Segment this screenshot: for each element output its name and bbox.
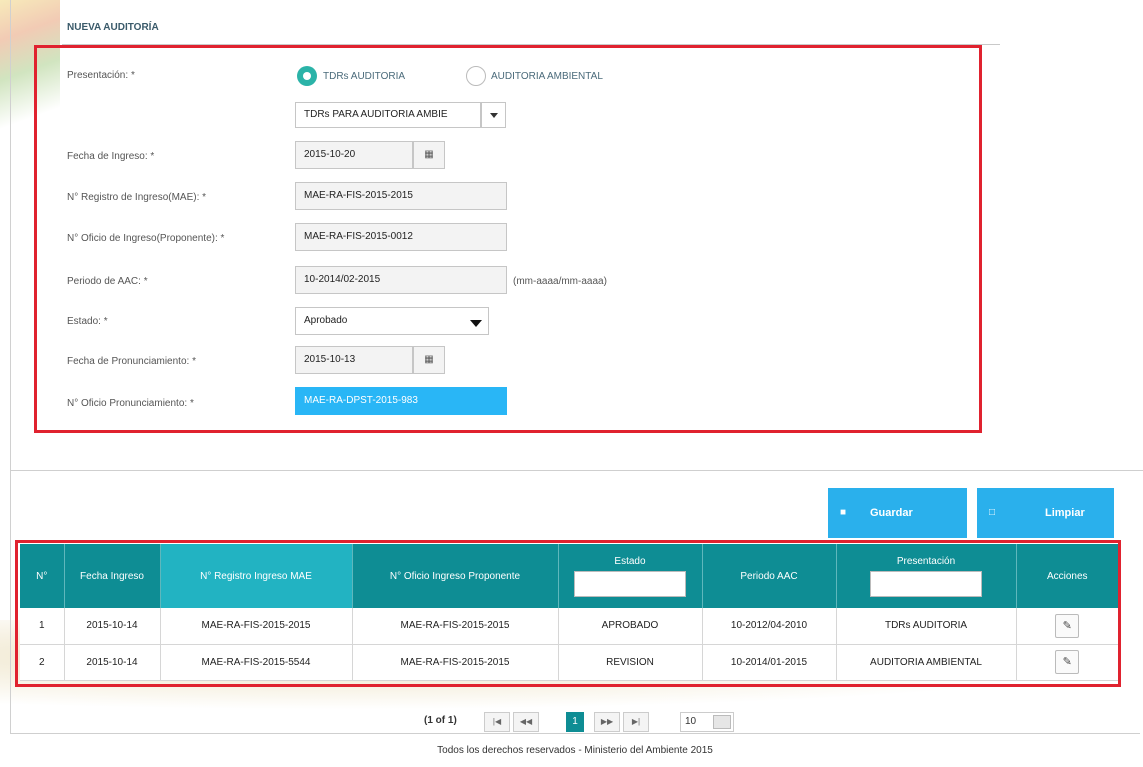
next-page-icon[interactable]: ▶▶ xyxy=(594,712,620,732)
cell-estado: REVISION xyxy=(558,644,703,681)
last-page-icon[interactable]: ▶| xyxy=(623,712,649,732)
periodo-aac-input[interactable]: 10-2014/02-2015 xyxy=(295,266,507,294)
oficio-pronunciamiento-label: N° Oficio Pronunciamiento: * xyxy=(67,398,194,409)
section-title: NUEVA AUDITORÍA xyxy=(67,22,159,33)
cell-fecha: 2015-10-14 xyxy=(64,608,161,645)
col-header-registro[interactable]: N° Registro Ingreso MAE xyxy=(160,544,353,608)
col-header-estado: Estado xyxy=(558,544,703,608)
oficio-ingreso-input[interactable]: MAE-RA-FIS-2015-0012 xyxy=(295,223,507,251)
section-divider xyxy=(10,470,1143,471)
cell-oficio: MAE-RA-FIS-2015-2015 xyxy=(352,608,559,645)
cell-num: 1 xyxy=(20,608,65,645)
chevron-down-icon xyxy=(713,715,731,729)
cell-fecha: 2015-10-14 xyxy=(64,644,161,681)
fecha-ingreso-input[interactable]: 2015-10-20 xyxy=(295,141,413,169)
save-icon: ■ xyxy=(840,507,847,518)
registro-ingreso-input[interactable]: MAE-RA-FIS-2015-2015 xyxy=(295,182,507,210)
guardar-button[interactable]: ■ Guardar xyxy=(828,488,967,538)
cell-periodo: 10-2012/04-2010 xyxy=(702,608,837,645)
presentacion-select-toggle[interactable] xyxy=(481,102,506,128)
rows-per-page-select[interactable]: 10 xyxy=(680,712,734,732)
prev-page-icon[interactable]: ◀◀ xyxy=(513,712,539,732)
fecha-pronunciamiento-input[interactable]: 2015-10-13 xyxy=(295,346,413,374)
fecha-ingreso-label: Fecha de Ingreso: * xyxy=(67,151,155,162)
oficio-label: N° Oficio de Ingreso(Proponente): * xyxy=(67,233,225,244)
edit-pencil-icon[interactable]: ✎ xyxy=(1055,613,1080,638)
limpiar-button[interactable]: □ Limpiar xyxy=(977,488,1114,538)
presentacion-label: Presentación: * xyxy=(67,70,135,81)
radio-tdrs-label: TDRs AUDITORIA xyxy=(323,71,406,82)
cell-presentacion: AUDITORIA AMBIENTAL xyxy=(836,644,1017,681)
cell-registro: MAE-RA-FIS-2015-2015 xyxy=(160,608,353,645)
col-header-acciones: Acciones xyxy=(1016,544,1118,608)
cell-num: 2 xyxy=(20,644,65,681)
col-header-periodo[interactable]: Periodo AAC xyxy=(702,544,837,608)
cell-presentacion: TDRs AUDITORIA xyxy=(836,608,1017,645)
periodo-label: Periodo de AAC: * xyxy=(67,276,148,287)
estado-label: Estado: * xyxy=(67,316,108,327)
chevron-down-icon xyxy=(490,113,498,118)
radio-ambiental-label: AUDITORIA AMBIENTAL xyxy=(491,71,603,82)
calendar-icon[interactable]: ▦ xyxy=(413,346,445,374)
oficio-pronunciamiento-input[interactable]: MAE-RA-DPST-2015-983 xyxy=(295,387,507,415)
estado-filter-input[interactable] xyxy=(574,570,686,597)
table-row[interactable]: 1 2015-10-14 MAE-RA-FIS-2015-2015 MAE-RA… xyxy=(20,608,1118,645)
fecha-pronunciamiento-label: Fecha de Pronunciamiento: * xyxy=(67,356,196,367)
edit-pencil-icon[interactable]: ✎ xyxy=(1055,650,1080,674)
radio-auditoria-ambiental[interactable] xyxy=(466,66,486,86)
cell-registro: MAE-RA-FIS-2015-5544 xyxy=(160,644,353,681)
col-header-fecha[interactable]: Fecha Ingreso xyxy=(64,544,161,608)
col-header-num[interactable]: N° xyxy=(20,544,65,608)
calendar-icon[interactable]: ▦ xyxy=(413,141,445,169)
cell-oficio: MAE-RA-FIS-2015-2015 xyxy=(352,644,559,681)
col-header-oficio[interactable]: N° Oficio Ingreso Proponente xyxy=(352,544,559,608)
periodo-format-hint: (mm-aaaa/mm-aaaa) xyxy=(513,276,607,287)
page-number-button[interactable]: 1 xyxy=(566,712,584,732)
estado-select[interactable]: Aprobado xyxy=(295,307,489,335)
chevron-down-icon xyxy=(470,320,482,327)
cell-acciones: ✎ xyxy=(1016,644,1118,681)
auditorias-table: N° Fecha Ingreso N° Registro Ingreso MAE… xyxy=(20,544,1118,681)
page-footer: Todos los derechos reservados - Minister… xyxy=(10,733,1140,767)
cell-periodo: 10-2014/01-2015 xyxy=(702,644,837,681)
first-page-icon[interactable]: |◀ xyxy=(484,712,510,732)
cell-acciones: ✎ xyxy=(1016,608,1118,645)
document-icon: □ xyxy=(989,507,996,518)
col-header-presentacion: Presentación xyxy=(836,544,1017,608)
presentacion-filter-input[interactable] xyxy=(870,570,982,597)
registro-label: N° Registro de Ingreso(MAE): * xyxy=(67,192,207,203)
radio-tdrs-auditoria[interactable] xyxy=(297,66,317,86)
table-row[interactable]: 2 2015-10-14 MAE-RA-FIS-2015-5544 MAE-RA… xyxy=(20,644,1118,681)
cell-estado: APROBADO xyxy=(558,608,703,645)
presentacion-select[interactable]: TDRs PARA AUDITORIA AMBIE xyxy=(295,102,481,128)
